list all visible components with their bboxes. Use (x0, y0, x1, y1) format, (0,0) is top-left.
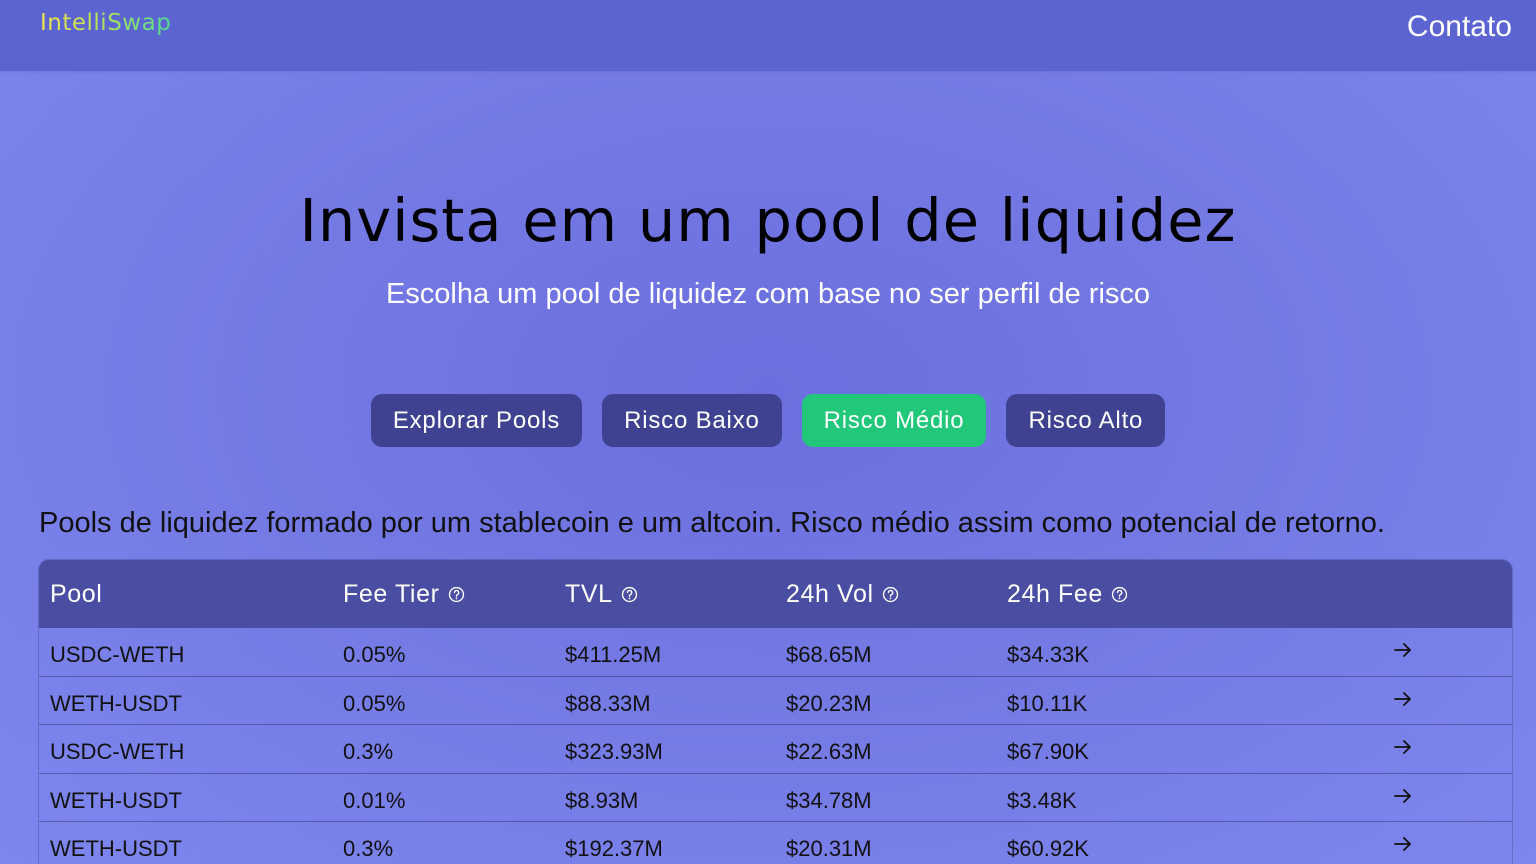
tvl-cell: $411.25M (565, 642, 662, 667)
table-row[interactable]: WETH-USDT 0.05% $88.33M $20.23M $10.11K (39, 677, 1512, 725)
tvl-cell: $192.37M (565, 836, 663, 861)
top-navbar: IntelliSwap Contato (0, 0, 1536, 71)
arrow-right-icon[interactable] (1391, 832, 1415, 856)
medium-risk-button[interactable]: Risco Médio (801, 394, 987, 447)
fee-tier-cell: 0.3% (343, 836, 394, 861)
tvl-cell: $8.93M (565, 787, 639, 813)
tvl-header-label: TVL (565, 579, 613, 608)
high-risk-button[interactable]: Risco Alto (1006, 394, 1166, 447)
arrow-right-icon[interactable] (1391, 638, 1415, 662)
fee-tier-cell: 0.3% (343, 739, 394, 764)
tvl-column-header: TVL (565, 560, 638, 628)
fee-tier-cell: 0.05% (343, 642, 406, 667)
fee-24h-cell: $60.92K (1007, 836, 1089, 861)
volume-24h-cell: $68.65M (786, 642, 872, 667)
pool-cell: WETH-USDT (50, 787, 182, 813)
arrow-right-icon[interactable] (1391, 735, 1415, 759)
fee-24h-header-label: 24h Fee (1007, 579, 1103, 608)
table-row[interactable]: USDC-WETH 0.05% $411.25M $68.65M $34.33K (39, 628, 1512, 677)
fee-24h-cell: $67.90K (1007, 739, 1089, 764)
fee-tier-header-label: Fee Tier (343, 579, 440, 608)
low-risk-button[interactable]: Risco Baixo (602, 394, 782, 447)
intelliswap-logo[interactable]: IntelliSwap (40, 10, 171, 36)
tvl-cell: $88.33M (565, 690, 651, 716)
fee-tier-cell: 0.01% (343, 787, 406, 813)
contact-link[interactable]: Contato (1407, 10, 1512, 44)
pool-cell: WETH-USDT (50, 836, 182, 861)
fee-24h-cell: $34.33K (1007, 642, 1089, 667)
volume-24h-cell: $22.63M (786, 739, 872, 764)
volume-24h-header-label: 24h Vol (786, 579, 874, 608)
pool-cell: WETH-USDT (50, 690, 182, 716)
volume-24h-cell: $20.23M (786, 690, 872, 716)
volume-24h-cell: $34.78M (786, 787, 872, 813)
volume-24h-column-header: 24h Vol (786, 560, 899, 628)
pool-column-header: Pool (50, 560, 102, 628)
fee-24h-cell: $10.11K (1007, 690, 1088, 716)
explore-pools-button[interactable]: Explorar Pools (370, 394, 583, 447)
pool-cell: USDC-WETH (50, 739, 185, 764)
volume-24h-cell: $20.31M (786, 836, 872, 861)
arrow-right-icon[interactable] (1391, 687, 1415, 711)
fee-24h-column-header: 24h Fee (1007, 560, 1128, 628)
table-header: Pool Fee Tier TVL 24h Vol 24h Fee (39, 560, 1512, 628)
help-circle-icon[interactable] (1111, 586, 1128, 603)
page-title: Invista em um pool de liquidez (299, 186, 1237, 255)
fee-tier-column-header: Fee Tier (343, 560, 465, 628)
arrow-right-icon[interactable] (1391, 784, 1415, 808)
pools-table: Pool Fee Tier TVL 24h Vol 24h Fee USDC-W… (38, 559, 1513, 864)
pool-category-description: Pools de liquidez formado por um stablec… (39, 507, 1385, 539)
table-row[interactable]: USDC-WETH 0.3% $323.93M $22.63M $67.90K (39, 725, 1512, 774)
help-circle-icon[interactable] (621, 586, 638, 603)
risk-filter-group: Explorar Pools Risco Baixo Risco Médio R… (0, 394, 1536, 447)
help-circle-icon[interactable] (448, 586, 465, 603)
page-subtitle: Escolha um pool de liquidez com base no … (385, 278, 1151, 310)
pool-header-label: Pool (50, 579, 103, 608)
fee-tier-cell: 0.05% (343, 690, 406, 716)
help-circle-icon[interactable] (882, 586, 899, 603)
table-row[interactable]: WETH-USDT 0.01% $8.93M $34.78M $3.48K (39, 774, 1512, 822)
fee-24h-cell: $3.48K (1007, 787, 1077, 813)
table-row[interactable]: WETH-USDT 0.3% $192.37M $20.31M $60.92K (39, 822, 1512, 864)
tvl-cell: $323.93M (565, 739, 663, 764)
pool-cell: USDC-WETH (50, 642, 185, 667)
